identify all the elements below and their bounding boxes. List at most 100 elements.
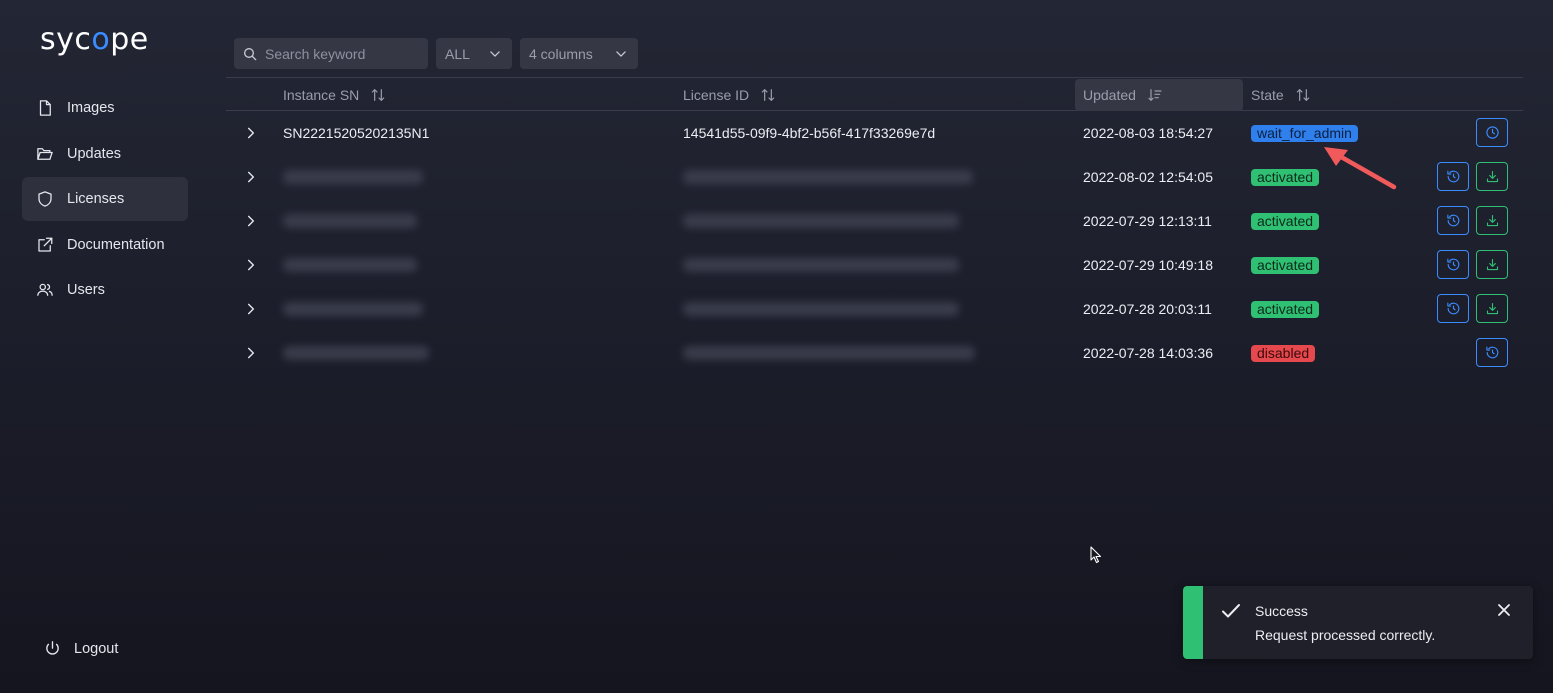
check-icon xyxy=(1222,604,1240,618)
sidebar-item-documentation[interactable]: Documentation xyxy=(22,223,188,267)
state-badge: disabled xyxy=(1251,344,1316,362)
column-label: License ID xyxy=(683,86,750,103)
search-icon xyxy=(244,47,257,60)
chevron-down-icon xyxy=(490,50,500,57)
history-button[interactable] xyxy=(1437,250,1469,279)
state-badge: activated xyxy=(1251,212,1320,230)
sort-icon xyxy=(371,88,385,101)
updated-cell: 2022-08-03 18:54:27 xyxy=(1083,125,1213,141)
history-icon xyxy=(1446,302,1459,315)
instance-sn-cell-redacted xyxy=(283,331,429,375)
history-button[interactable] xyxy=(1476,338,1508,367)
columns-select[interactable]: 4 columns xyxy=(520,38,638,69)
instance-sn-cell-redacted xyxy=(283,199,417,243)
column-label: Instance SN xyxy=(283,86,360,103)
state-badge: activated xyxy=(1251,168,1320,186)
download-button[interactable] xyxy=(1476,250,1508,279)
history-button[interactable] xyxy=(1437,162,1469,191)
history-icon xyxy=(1446,214,1459,227)
power-icon xyxy=(46,641,59,655)
history-button[interactable] xyxy=(1437,206,1469,235)
users-icon xyxy=(37,283,53,296)
column-label: State xyxy=(1251,86,1284,103)
instance-sn-cell: SN22215205202135N1 xyxy=(283,125,430,141)
state-badge: wait_for_admin xyxy=(1251,124,1358,142)
sort-icon xyxy=(1296,88,1309,101)
license-id-cell-redacted xyxy=(683,331,975,375)
download-button[interactable] xyxy=(1476,162,1508,191)
expand-row-button[interactable] xyxy=(244,331,258,375)
instance-sn-cell-redacted xyxy=(283,287,423,331)
toast-message: Request processed correctly. xyxy=(1255,627,1436,643)
updated-cell: 2022-07-29 10:49:18 xyxy=(1083,257,1213,273)
sycope-logo[interactable]: sycope xyxy=(40,21,149,57)
updated-cell: 2022-07-28 14:03:36 xyxy=(1083,345,1213,361)
sidebar: sycope Images Updates Licenses Documenta… xyxy=(0,0,210,693)
download-button[interactable] xyxy=(1476,294,1508,323)
logout-label: Logout xyxy=(74,640,119,657)
state-filter-select[interactable]: ALL xyxy=(436,38,512,69)
toolbar: ALL 4 columns xyxy=(234,38,638,69)
download-icon xyxy=(1486,302,1498,315)
chevron-right-icon xyxy=(247,171,255,183)
folder-open-icon xyxy=(37,147,53,160)
column-header-state[interactable]: State xyxy=(1251,78,1311,111)
sort-descending-icon xyxy=(1148,89,1162,101)
toast-title: Success xyxy=(1255,603,1308,619)
history-icon xyxy=(1446,170,1459,183)
sidebar-item-label: Users xyxy=(67,282,105,298)
sort-icon xyxy=(761,88,775,101)
chevron-right-icon xyxy=(247,259,255,271)
download-icon xyxy=(1486,214,1498,227)
state-badge: activated xyxy=(1251,256,1320,274)
state-filter-value: ALL xyxy=(445,45,470,62)
pending-action-button[interactable] xyxy=(1476,118,1508,147)
mouse-cursor-icon xyxy=(1090,546,1102,564)
expand-row-button[interactable] xyxy=(244,155,258,199)
table-row[interactable]: 2022-07-29 12:13:11 activated xyxy=(226,199,1523,243)
file-icon xyxy=(39,100,51,116)
table-header: Instance SN License ID Updated State xyxy=(226,77,1523,111)
download-button[interactable] xyxy=(1476,206,1508,235)
column-label: Updated xyxy=(1083,87,1136,103)
sidebar-item-updates[interactable]: Updates xyxy=(22,132,188,176)
history-icon xyxy=(1446,258,1459,271)
sidebar-item-label: Images xyxy=(67,100,115,116)
column-header-updated[interactable]: Updated xyxy=(1075,79,1243,111)
expand-row-button[interactable] xyxy=(244,243,258,287)
expand-row-button[interactable] xyxy=(244,199,258,243)
column-header-license-id[interactable]: License ID xyxy=(683,78,776,111)
history-button[interactable] xyxy=(1437,294,1469,323)
updated-cell: 2022-08-02 12:54:05 xyxy=(1083,169,1213,185)
chevron-down-icon xyxy=(616,50,626,57)
sidebar-item-label: Documentation xyxy=(67,236,165,253)
sidebar-item-label: Updates xyxy=(67,145,122,162)
sidebar-item-licenses[interactable]: Licenses xyxy=(22,177,188,221)
download-icon xyxy=(1486,258,1498,271)
table-row[interactable]: 2022-07-28 14:03:36 disabled xyxy=(226,331,1523,375)
column-header-instance-sn[interactable]: Instance SN xyxy=(283,78,386,111)
expand-row-button[interactable] xyxy=(244,287,258,331)
close-icon[interactable] xyxy=(1497,603,1511,617)
chevron-right-icon xyxy=(247,215,255,227)
annotation-arrow-icon xyxy=(1324,147,1397,190)
external-link-icon xyxy=(38,237,53,252)
updated-cell: 2022-07-28 20:03:11 xyxy=(1083,301,1212,317)
success-toast: Success Request processed correctly. xyxy=(1183,586,1533,659)
license-id-cell-redacted xyxy=(683,199,959,243)
table-row[interactable]: 2022-07-28 20:03:11 activated xyxy=(226,287,1523,331)
state-badge: activated xyxy=(1251,300,1320,318)
sidebar-item-users[interactable]: Users xyxy=(22,268,188,312)
sidebar-item-label: Licenses xyxy=(67,191,125,207)
sidebar-item-images[interactable]: Images xyxy=(22,86,188,130)
updated-cell: 2022-07-29 12:13:11 xyxy=(1083,213,1212,229)
sidebar-nav: Images Updates Licenses Documentation Us… xyxy=(22,86,188,314)
table-row[interactable]: 2022-07-29 10:49:18 activated xyxy=(226,243,1523,287)
history-icon xyxy=(1485,346,1498,359)
license-id-cell-redacted xyxy=(683,287,959,331)
logout-button[interactable]: Logout xyxy=(44,640,118,657)
expand-row-button[interactable] xyxy=(244,111,258,155)
license-id-cell: 14541d55-09f9-4bf2-b56f-417f33269e7d xyxy=(683,125,936,141)
logo-text: sycope xyxy=(40,21,149,57)
search-input[interactable] xyxy=(265,45,415,62)
